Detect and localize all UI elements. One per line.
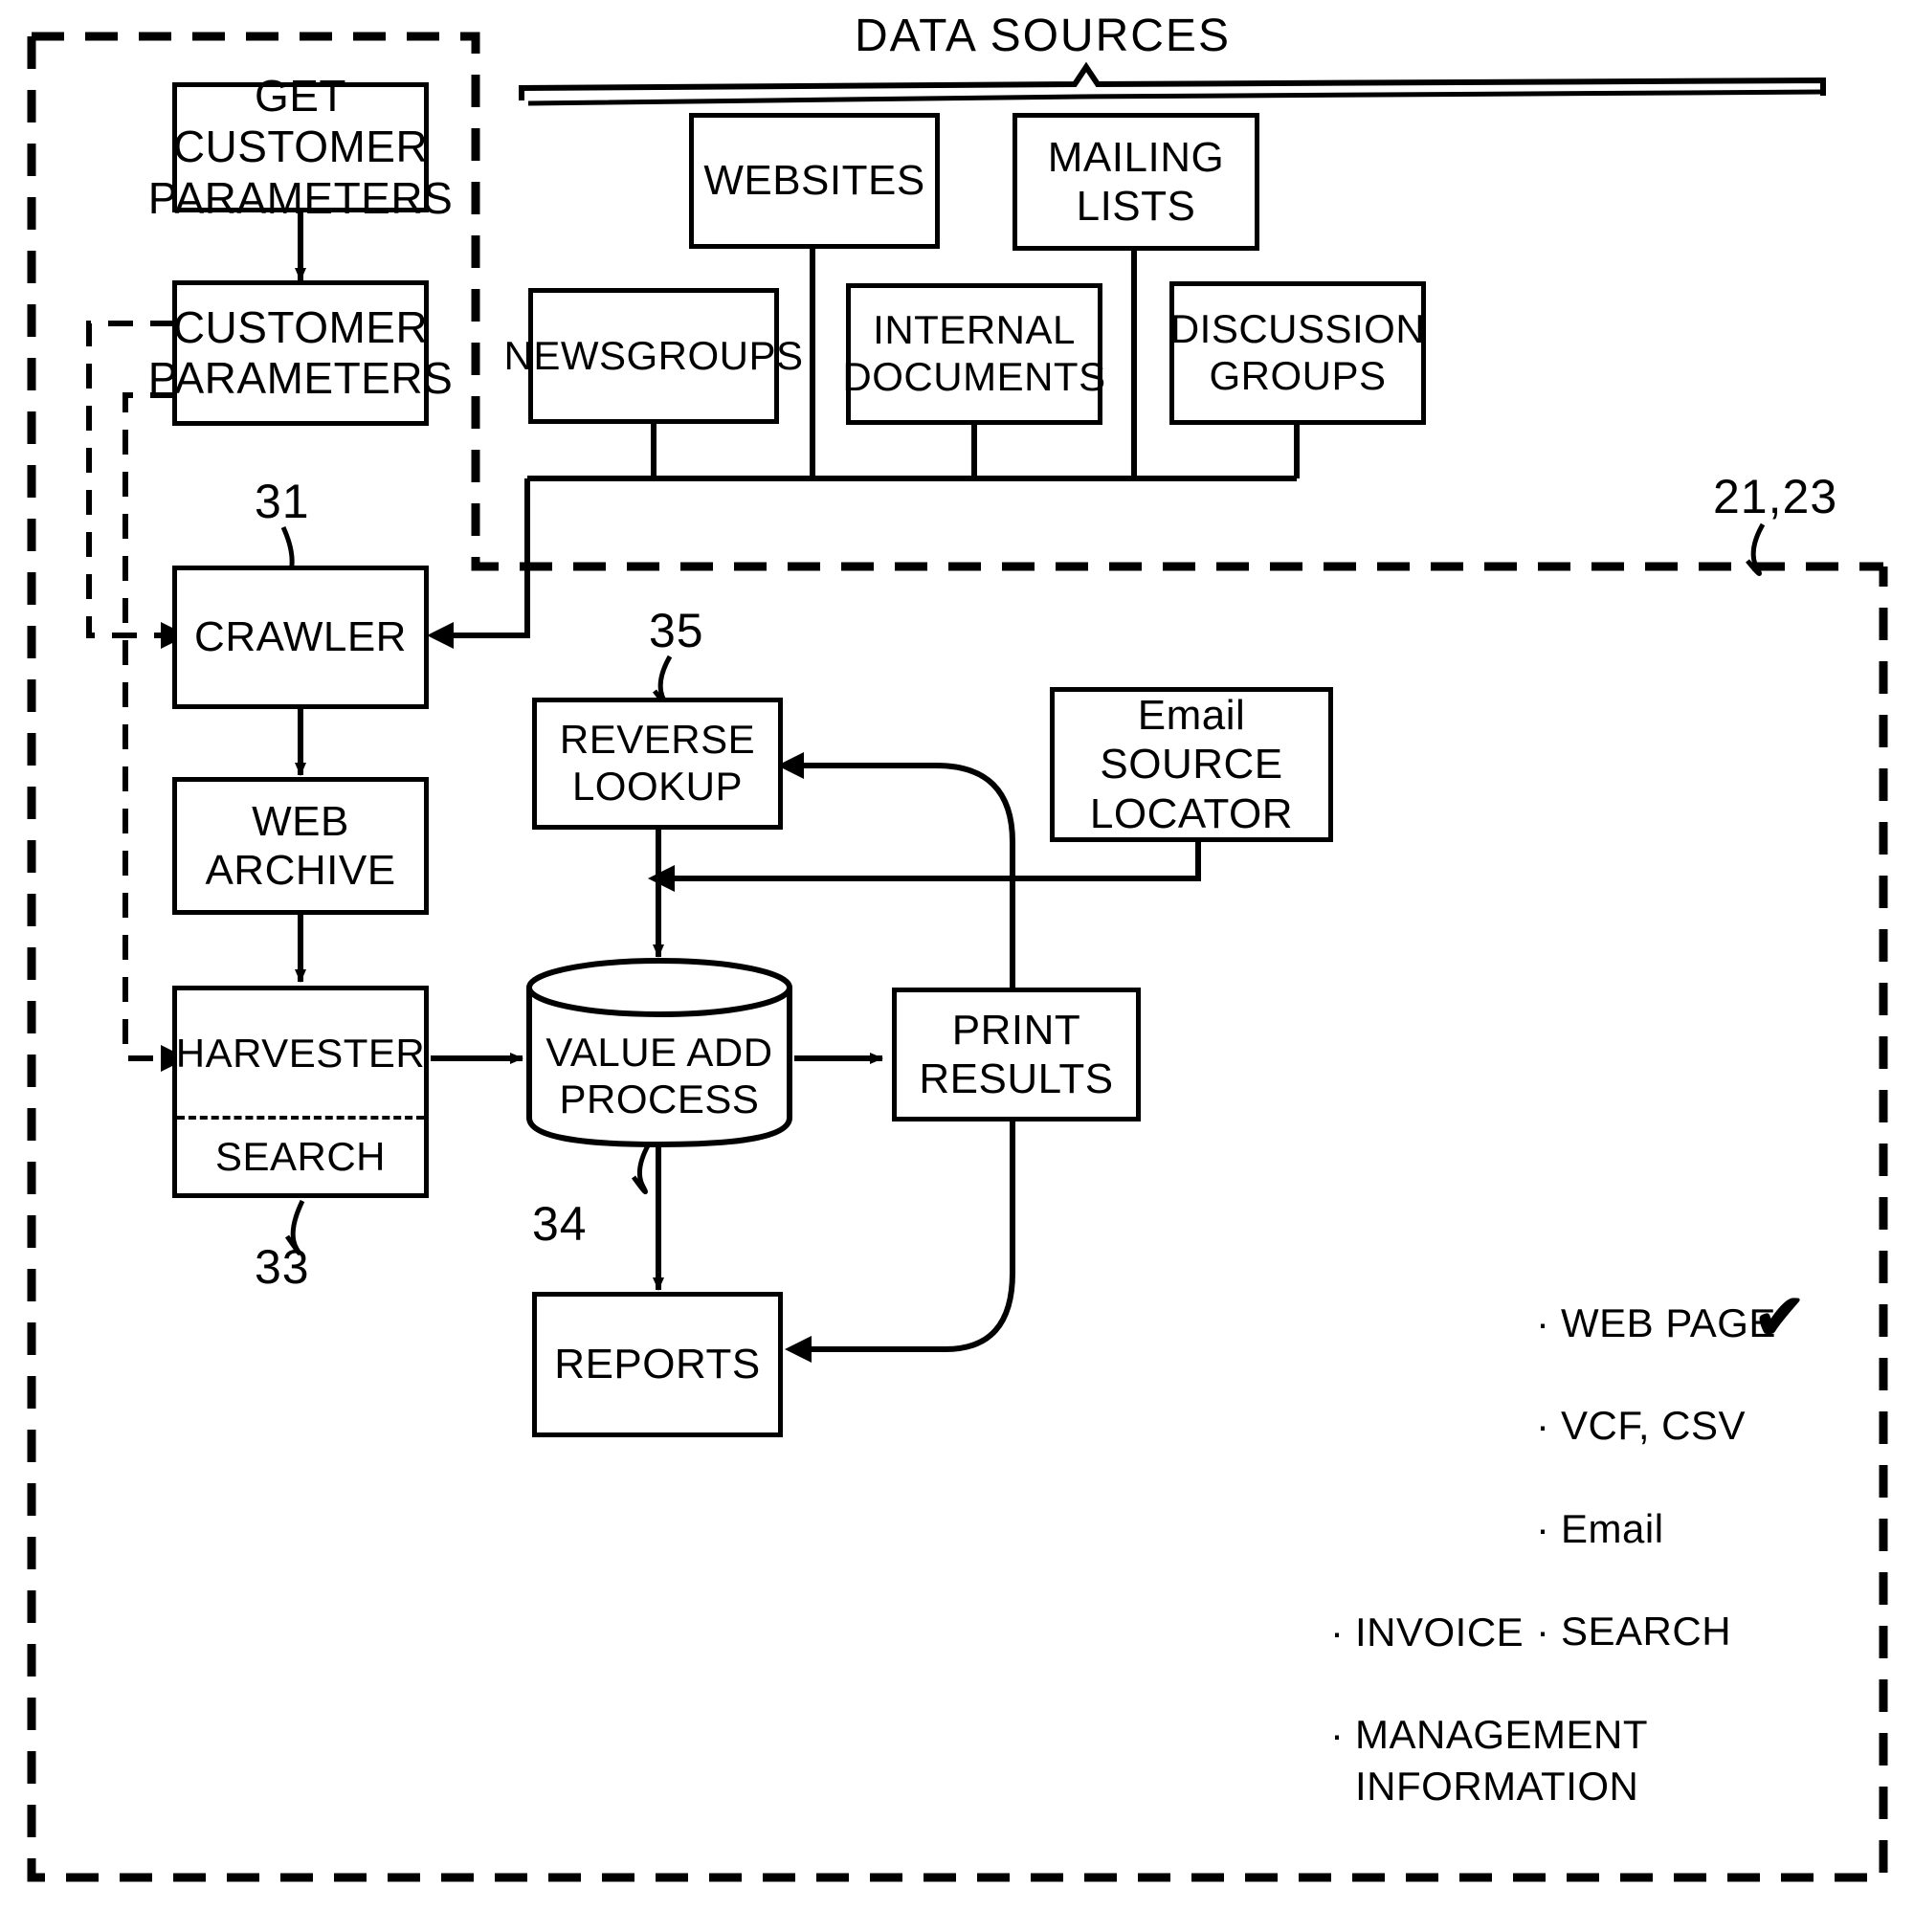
node-value-add-process[interactable]: VALUE ADD PROCESS xyxy=(524,957,794,1148)
data-sources-bracket-inner xyxy=(527,89,1826,106)
node-reverse-lookup[interactable]: REVERSE LOOKUP xyxy=(532,698,783,830)
list-item: · MANAGEMENT INFORMATION xyxy=(1330,1709,1648,1812)
line-sources-to-crawler xyxy=(454,478,530,638)
list-item-label: Email xyxy=(1561,1505,1664,1551)
node-label: Email SOURCE LOCATOR xyxy=(1089,692,1294,837)
page-title: DATA SOURCES xyxy=(855,11,1231,61)
node-label: CUSTOMER PARAMETERS xyxy=(147,301,454,403)
line-emailsource-to-feed xyxy=(675,842,1201,881)
ref-number-system: 21,23 xyxy=(1713,470,1838,523)
dashed-params-to-harvester xyxy=(122,392,175,1061)
diagram-canvas: DATA SOURCES GET CUSTOMER PARAMETERS CUS… xyxy=(0,0,1914,1932)
node-internal-documents[interactable]: INTERNAL DOCUMENTS xyxy=(842,283,1105,425)
arrowhead-sources-to-crawler xyxy=(427,622,454,649)
node-label: PRINT RESULTS xyxy=(919,1006,1114,1102)
list-item-label: INVOICE xyxy=(1355,1609,1525,1654)
bullet-icon: · xyxy=(1536,1403,1550,1449)
ref-number-harvester: 33 xyxy=(255,1240,310,1294)
node-search[interactable]: SEARCH xyxy=(177,1116,424,1193)
ref-number-crawler: 31 xyxy=(255,475,310,528)
bullet-icon: · xyxy=(1330,1712,1345,1758)
node-print-results[interactable]: PRINT RESULTS xyxy=(892,988,1141,1121)
node-label: REPORTS xyxy=(554,1341,761,1388)
node-label: REVERSE LOOKUP xyxy=(559,717,756,809)
node-newsgroups[interactable]: NEWSGROUPS xyxy=(503,288,803,424)
list-item: · WEB PAGE xyxy=(1536,1298,1776,1349)
list-item: · VCF, CSV xyxy=(1536,1400,1776,1452)
node-discussion-groups[interactable]: DISCUSSION GROUPS xyxy=(1169,281,1426,425)
bullet-icon: · xyxy=(1536,1505,1550,1551)
node-label: MAILING LISTS xyxy=(1047,133,1225,230)
node-websites[interactable]: WEBSITES xyxy=(689,113,940,249)
list-item-label: MANAGEMENT INFORMATION xyxy=(1355,1712,1649,1809)
leader-34 xyxy=(631,1139,654,1195)
node-mailing-lists[interactable]: MAILING LISTS xyxy=(1013,113,1259,251)
arrowhead-printresults-to-reports xyxy=(785,1336,812,1363)
line-printresults-to-reports xyxy=(812,1121,1015,1352)
ref-number-reverse-lookup: 35 xyxy=(649,604,704,657)
node-label: WEBSITES xyxy=(703,157,925,205)
list-item-label: VCF, CSV xyxy=(1561,1403,1747,1449)
node-label: HARVESTER xyxy=(175,1030,426,1076)
node-email-source-locator[interactable]: Email SOURCE LOCATOR xyxy=(1050,687,1333,842)
node-get-customer-parameters[interactable]: GET CUSTOMER PARAMETERS xyxy=(148,71,453,223)
node-label: WEB ARCHIVE xyxy=(205,797,396,894)
list-item-label: WEB PAGE xyxy=(1561,1299,1776,1345)
node-label: INTERNAL DOCUMENTS xyxy=(842,307,1106,399)
node-web-archive[interactable]: WEB ARCHIVE xyxy=(172,777,429,915)
bullet-icon: · xyxy=(1536,1299,1550,1345)
node-label: NEWSGROUPS xyxy=(503,332,804,378)
node-harvester-search[interactable]: HARVESTER SEARCH xyxy=(172,986,429,1198)
node-reports[interactable]: REPORTS xyxy=(532,1292,783,1437)
ref-number-value-add: 34 xyxy=(532,1197,588,1251)
list-item: · Email xyxy=(1536,1503,1776,1555)
node-label: CRAWLER xyxy=(194,613,407,661)
node-crawler[interactable]: CRAWLER xyxy=(172,566,429,709)
list-item: · INVOICE xyxy=(1330,1607,1648,1658)
checkmark-icon: ✔ xyxy=(1753,1281,1807,1352)
node-customer-parameters[interactable]: CUSTOMER PARAMETERS xyxy=(148,280,453,426)
report-outputs-list: · INVOICE · MANAGEMENT INFORMATION xyxy=(1330,1555,1648,1864)
node-harvester[interactable]: HARVESTER xyxy=(175,990,426,1116)
node-label: SEARCH xyxy=(214,1133,387,1179)
bullet-icon: · xyxy=(1330,1609,1345,1654)
node-label: DISCUSSION GROUPS xyxy=(1169,306,1426,398)
node-label: GET CUSTOMER PARAMETERS xyxy=(147,70,454,223)
node-label: VALUE ADD PROCESS xyxy=(545,1030,773,1121)
